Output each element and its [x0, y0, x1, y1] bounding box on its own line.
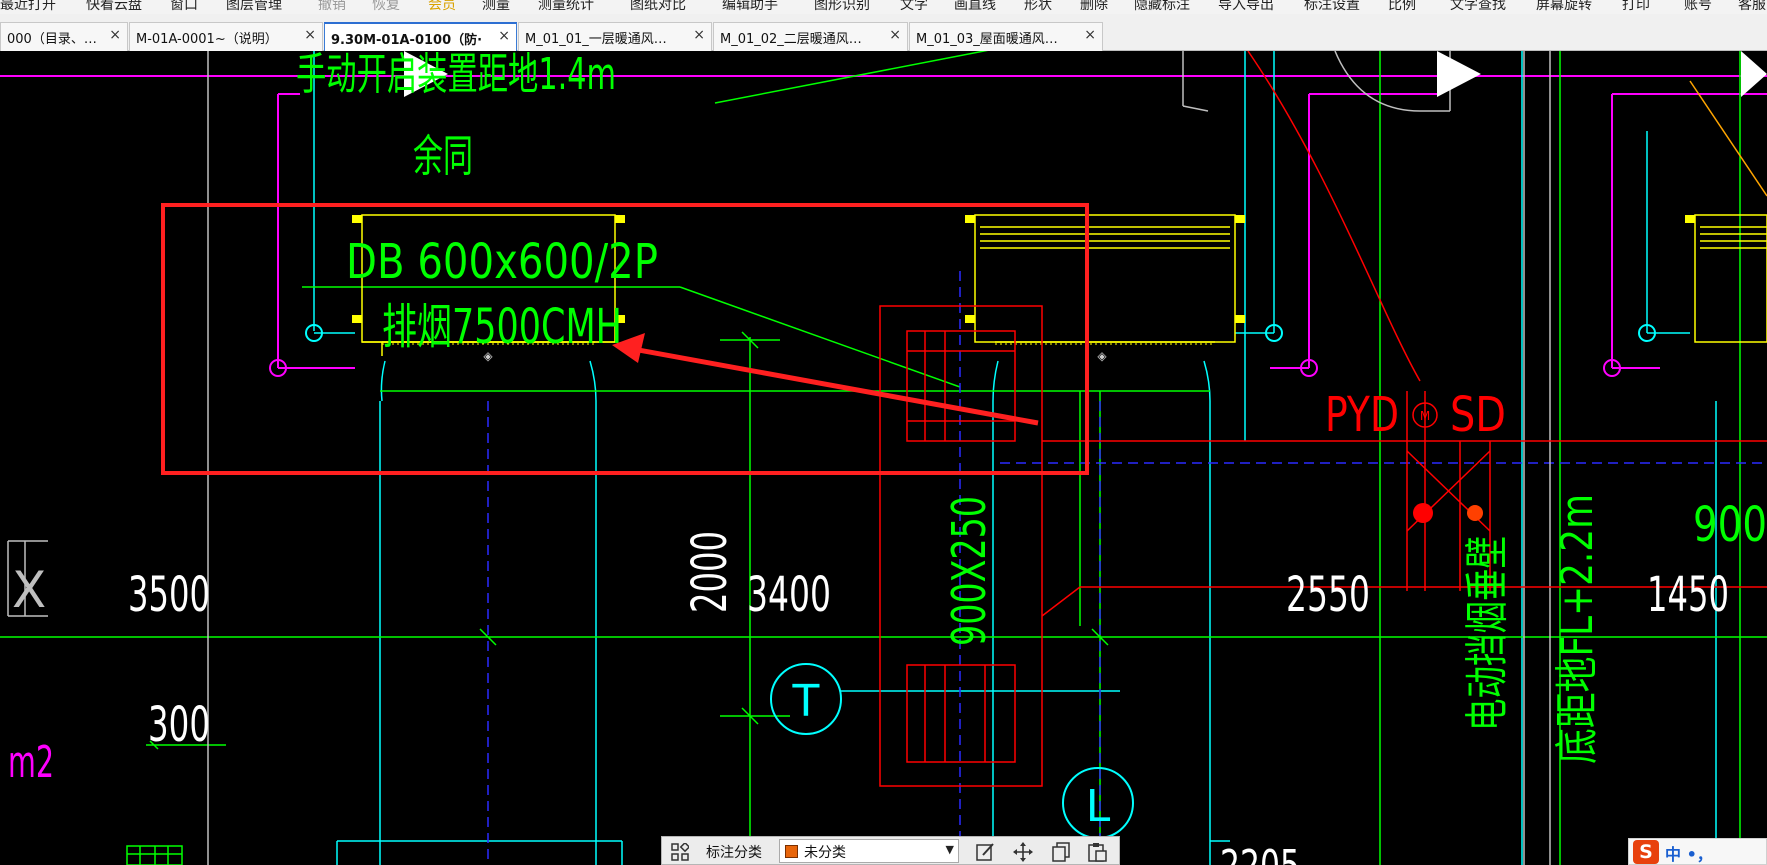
tab-description[interactable]: M-01A-0001~（说明） ×: [129, 22, 323, 51]
tab-label: M_01_02_二层暖通风…: [720, 32, 862, 47]
menu-quick-cloud[interactable]: 快看云盘: [86, 0, 142, 14]
menu-print[interactable]: 打印: [1622, 0, 1650, 14]
copy-icon[interactable]: [1050, 841, 1072, 863]
tab-floor1-hvac[interactable]: M_01_01_一层暖通风… ×: [518, 22, 712, 51]
menu-window[interactable]: 窗口: [170, 0, 198, 14]
column-marker-l: L: [1086, 781, 1111, 832]
menu-text-search[interactable]: 文字查找: [1450, 0, 1506, 14]
tab-catalog[interactable]: 000（目录、… ×: [0, 22, 128, 51]
dimension-900: 900: [1693, 497, 1767, 553]
unit-marker-icon: ◈: [1097, 349, 1107, 363]
close-icon[interactable]: ×: [889, 27, 901, 43]
note-same-elsewhere: 余同: [413, 131, 473, 182]
annotation-category-select[interactable]: 未分类 ▼: [779, 839, 959, 863]
tab-label: M-01A-0001~（说明）: [136, 32, 278, 47]
tab-roof-hvac[interactable]: M_01_03_屋面暖通风… ×: [909, 22, 1103, 51]
sogou-logo-icon: S: [1633, 840, 1659, 864]
dimension-3400: 3400: [747, 567, 831, 623]
close-icon[interactable]: ×: [498, 28, 510, 44]
grid-icon[interactable]: [671, 843, 689, 861]
sd-tag: SD: [1450, 387, 1506, 443]
electric-smoke-curtain-label: 电动挡烟垂壁: [1462, 536, 1513, 731]
tab-label: 000（目录、…: [7, 32, 97, 47]
move-icon[interactable]: [1012, 841, 1034, 863]
green-lines: [0, 51, 1767, 865]
menu-recent-open[interactable]: 最近打开: [0, 0, 56, 14]
menu-annotation-settings[interactable]: 标注设置: [1304, 0, 1360, 14]
annotation-arrow-line[interactable]: [632, 346, 1039, 426]
annotation-category-toolbar: 标注分类 未分类 ▼: [661, 836, 1120, 865]
area-unit-label: m2: [8, 737, 54, 788]
floor-grille-icon: [126, 845, 183, 865]
duct-size-label: 900X250: [942, 496, 996, 646]
ime-mode-text: 中 •，: [1665, 845, 1713, 864]
annotation-category-label: 标注分类: [706, 845, 762, 861]
bottom-height-label: 底距地FL+2.2m: [1552, 494, 1603, 764]
menu-shape[interactable]: 形状: [1024, 0, 1052, 14]
menu-measure-stats[interactable]: 测量统计: [538, 0, 594, 14]
tab-label: 9.30M-01A-0100（防·: [331, 33, 483, 48]
menu-delete[interactable]: 删除: [1080, 0, 1108, 14]
dimension-2550: 2550: [1286, 567, 1370, 623]
motor-symbol-icon: M: [1420, 409, 1430, 423]
menu-measure[interactable]: 测量: [482, 0, 510, 14]
menu-redo[interactable]: 恢复: [372, 0, 400, 14]
tab-label: M_01_03_屋面暖通风…: [916, 32, 1058, 47]
column-marker-t: T: [792, 676, 820, 727]
damper-size-tag: DB 600x600/2P: [346, 234, 658, 290]
cad-drawing: ◈ ◈ M T L 手动开启装置距地1.4m 余同 DB 600x600/2P …: [0, 51, 1767, 865]
menu-account[interactable]: 账号: [1684, 0, 1712, 14]
dimension-300: 300: [148, 697, 210, 753]
close-icon[interactable]: ×: [304, 27, 316, 43]
menu-hide-annotations[interactable]: 隐藏标注: [1134, 0, 1190, 14]
menu-bar: 最近打开 快看云盘 窗口 图层管理 撤销 恢复 会员 测量 测量统计 图纸对比 …: [0, 0, 1767, 14]
tab-smoke-prevention-plan[interactable]: 9.30M-01A-0100（防· ×: [324, 22, 517, 51]
category-selected-value: 未分类: [804, 845, 846, 861]
close-icon[interactable]: ×: [693, 27, 705, 43]
menu-text[interactable]: 文字: [900, 0, 928, 14]
document-tab-bar: 000（目录、… × M-01A-0001~（说明） × 9.30M-01A-0…: [0, 14, 1767, 51]
drawing-canvas[interactable]: ◈ ◈ M T L 手动开启装置距地1.4m 余同 DB 600x600/2P …: [0, 51, 1767, 865]
menu-import-export[interactable]: 导入导出: [1218, 0, 1274, 14]
ime-status-bar[interactable]: S 中 •，: [1628, 838, 1767, 865]
zone-label: X: [12, 561, 46, 619]
menu-undo[interactable]: 撤销: [318, 0, 346, 14]
close-icon[interactable]: ×: [109, 27, 121, 43]
pyd-tag: PYD: [1325, 387, 1399, 443]
dimension-1450: 1450: [1647, 567, 1729, 623]
tab-label: M_01_01_一层暖通风…: [525, 32, 667, 47]
close-icon[interactable]: ×: [1084, 27, 1096, 43]
menu-rotate-screen[interactable]: 屏幕旋转: [1536, 0, 1592, 14]
dimension-bottom: 2205: [1220, 841, 1300, 865]
menu-draw-line[interactable]: 画直线: [954, 0, 996, 14]
edit-icon[interactable]: [974, 841, 996, 863]
menu-layer-manage[interactable]: 图层管理: [226, 0, 282, 14]
dimension-3500: 3500: [128, 567, 210, 623]
smoke-flow-tag: 排烟7500CMH: [382, 299, 622, 355]
menu-edit-assistant[interactable]: 编辑助手: [722, 0, 778, 14]
menu-customer-service[interactable]: 客服: [1738, 0, 1766, 14]
chevron-down-icon: ▼: [945, 843, 954, 856]
menu-shape-recognition[interactable]: 图形识别: [814, 0, 870, 14]
damper-marker-icon: [1413, 503, 1433, 523]
magenta-pipe-lines: [0, 75, 1767, 369]
paste-icon[interactable]: [1086, 841, 1108, 863]
leader-line: [1689, 80, 1767, 197]
menu-drawing-compare[interactable]: 图纸对比: [630, 0, 686, 14]
category-color-swatch: [785, 845, 798, 858]
note-manual-opening: 手动开启装置距地1.4m: [296, 51, 616, 100]
dimension-2000: 2000: [682, 531, 738, 613]
tab-floor2-hvac[interactable]: M_01_02_二层暖通风… ×: [713, 22, 908, 51]
damper-marker-icon: [1467, 505, 1483, 521]
menu-vip[interactable]: 会员: [428, 0, 456, 14]
menu-scale[interactable]: 比例: [1388, 0, 1416, 14]
